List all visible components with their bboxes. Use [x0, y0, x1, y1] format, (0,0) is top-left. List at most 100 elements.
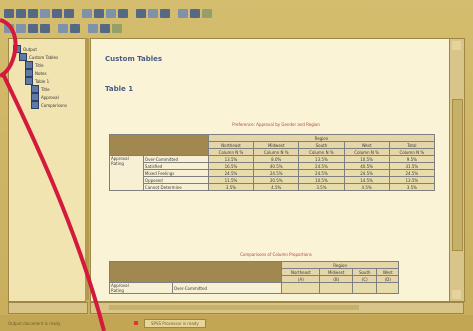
- save-icon[interactable]: [16, 9, 26, 18]
- open-icon[interactable]: [4, 9, 14, 18]
- row-label: Mixed Feelings: [142, 169, 209, 177]
- select-cases-icon[interactable]: [178, 9, 188, 18]
- toolbar-separator: [76, 9, 80, 18]
- toolbar-separator: [130, 9, 134, 18]
- tree-item-title[interactable]: Title: [25, 61, 44, 69]
- tree-item-approval[interactable]: Approval: [31, 93, 59, 101]
- tree-item-label: Notes: [35, 70, 47, 76]
- print-icon[interactable]: [28, 9, 38, 18]
- split-file-icon[interactable]: [148, 9, 158, 18]
- row-label: Satisfied: [142, 162, 209, 170]
- scroll-up-icon[interactable]: [452, 41, 461, 50]
- tree-item-output[interactable]: Output: [13, 45, 37, 53]
- table-cell: [281, 282, 321, 294]
- scrollbar-thumb[interactable]: [452, 99, 463, 251]
- table2-title: Comparisons of Column Proportions: [240, 252, 312, 257]
- tree-item-title[interactable]: Title: [31, 85, 50, 93]
- column-header: Northeast: [207, 141, 255, 149]
- table-cell: 24.5%: [298, 162, 345, 170]
- row-group-label: Rating: [111, 161, 124, 166]
- tree-item-table1[interactable]: Table 1: [25, 77, 49, 85]
- pivot-table-icon: [31, 101, 39, 109]
- find-icon[interactable]: [118, 9, 128, 18]
- show-icon[interactable]: [58, 24, 68, 33]
- hide-icon[interactable]: [70, 24, 80, 33]
- table-cell: 40.5%: [343, 162, 390, 170]
- column-header: Midwest: [319, 268, 354, 276]
- outline-horizontal-scrollbar[interactable]: [8, 302, 88, 314]
- book-icon: [19, 53, 27, 61]
- labels-icon[interactable]: [190, 9, 200, 18]
- row-label: Over-Committed: [171, 282, 283, 294]
- row-label: Over-Committed: [142, 155, 209, 163]
- column-header: South: [298, 141, 345, 149]
- column-header: Midwest: [253, 141, 300, 149]
- table1-title: Preference: Approval by Gender and Regio…: [232, 122, 320, 127]
- horizontal-scrollbar[interactable]: [90, 302, 464, 314]
- vertical-scrollbar[interactable]: [449, 38, 465, 302]
- table-cell: 4.5%: [343, 183, 390, 191]
- column-header: West: [376, 268, 399, 276]
- table-cell: 16.5%: [207, 162, 255, 170]
- forward-icon[interactable]: [16, 24, 26, 33]
- outline-pane[interactable]: Output Custom Tables Title Notes Table 1…: [8, 38, 86, 302]
- insert-case-icon[interactable]: [136, 9, 146, 18]
- column-subheader: Column N %: [343, 148, 390, 156]
- column-header: Total: [388, 141, 436, 149]
- promote-icon[interactable]: [88, 24, 98, 33]
- table-cell: 14.5%: [343, 176, 390, 184]
- output-content-pane[interactable]: Custom Tables Table 1 Preference: Approv…: [90, 38, 450, 302]
- table-cell: 24.5%: [298, 169, 345, 177]
- row-group-header: Approval Rating: [109, 282, 173, 294]
- redo-icon[interactable]: [64, 9, 74, 18]
- pivot-table-comparisons[interactable]: Region Northeast Midwest South West (A) …: [108, 261, 399, 294]
- table-cell: [319, 282, 354, 294]
- table-heading: Table 1: [105, 85, 134, 93]
- scroll-down-icon[interactable]: [452, 290, 461, 299]
- title-icon: [31, 85, 39, 93]
- tree-item-comparisons[interactable]: Comparisons: [31, 101, 67, 109]
- notes-icon: [25, 69, 33, 77]
- insert-heading-icon[interactable]: [112, 24, 122, 33]
- designate-window-icon[interactable]: [202, 9, 212, 18]
- table-cell: 31.5%: [388, 162, 436, 170]
- variables-icon[interactable]: [106, 9, 116, 18]
- row-group-label: Rating: [111, 288, 124, 293]
- tree-item-label: Output: [23, 46, 37, 52]
- pivot-table-approval[interactable]: Region Northeast Midwest South West Tota…: [109, 134, 436, 191]
- scrollbar-thumb[interactable]: [109, 305, 359, 310]
- tree-item-label: Approval: [41, 94, 59, 100]
- column-header: South: [352, 268, 378, 276]
- column-header: West: [343, 141, 390, 149]
- export-icon[interactable]: [40, 9, 50, 18]
- tree-item-label: Comparisons: [41, 102, 68, 108]
- book-icon: [25, 77, 33, 85]
- tree-item-notes[interactable]: Notes: [25, 69, 47, 77]
- table-corner: [109, 134, 209, 156]
- page-title: Custom Tables: [105, 55, 163, 63]
- table-cell: 13.5%: [298, 155, 345, 163]
- weight-icon[interactable]: [160, 9, 170, 18]
- table-cell: 40.5%: [253, 162, 300, 170]
- column-header: Northeast: [281, 268, 321, 276]
- table-cell: 24.5%: [207, 169, 255, 177]
- demote-icon[interactable]: [100, 24, 110, 33]
- row-group-header: Approval Rating: [109, 155, 144, 191]
- tree-item-label: Title: [35, 62, 44, 68]
- book-icon: [13, 45, 21, 53]
- undo-icon[interactable]: [52, 9, 62, 18]
- expand-icon[interactable]: [28, 24, 38, 33]
- status-text: Output document is ready: [8, 320, 61, 326]
- pane-splitter[interactable]: [85, 38, 89, 300]
- toolbar-separator: [172, 9, 176, 18]
- pivot-table-icon: [31, 93, 39, 101]
- collapse-icon[interactable]: [40, 24, 50, 33]
- goto-data-icon[interactable]: [82, 9, 92, 18]
- goto-case-icon[interactable]: [94, 9, 104, 18]
- tree-item-label: Title: [41, 86, 50, 92]
- tree-item-custom-tables[interactable]: Custom Tables: [19, 53, 58, 61]
- back-icon[interactable]: [4, 24, 14, 33]
- application-window: Output Custom Tables Title Notes Table 1…: [0, 0, 473, 331]
- table-cell: 20.5%: [253, 176, 300, 184]
- column-subheader: Column N %: [207, 148, 255, 156]
